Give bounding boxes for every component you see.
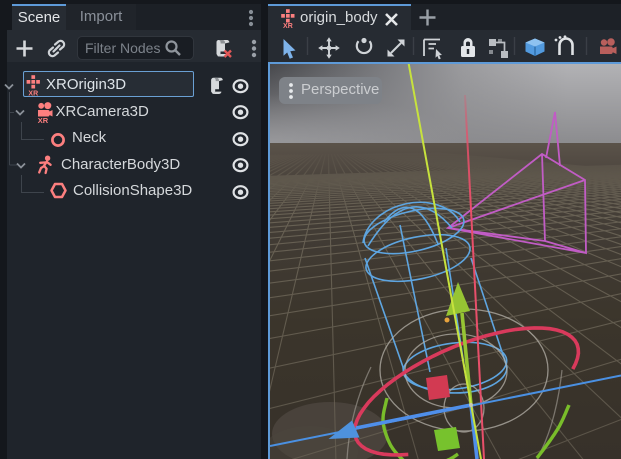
svg-text:XR: XR [28,91,38,98]
svg-text:XR: XR [283,23,293,30]
svg-text:XR: XR [38,116,49,125]
